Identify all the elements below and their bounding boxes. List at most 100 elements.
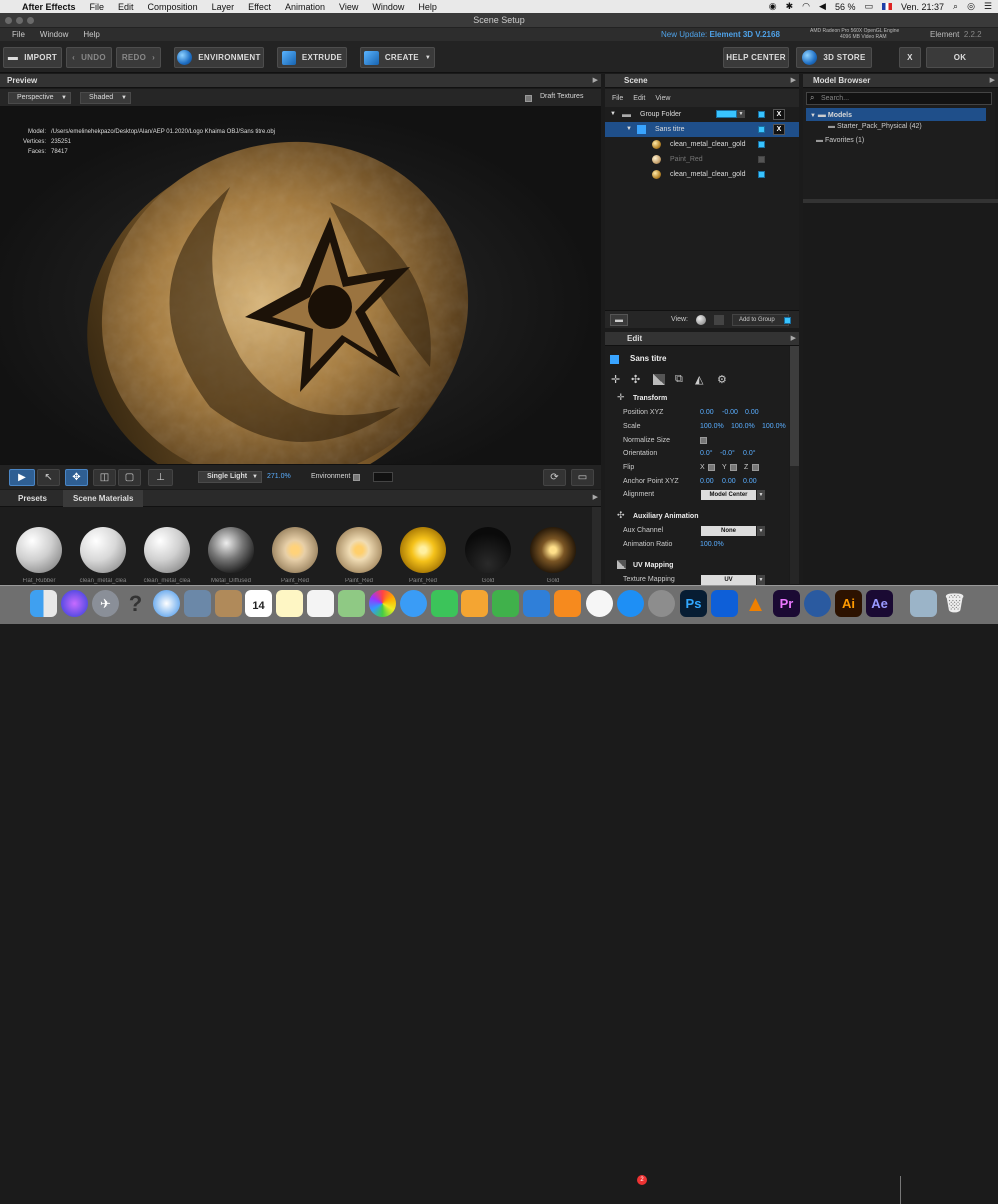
menu-composition[interactable]: Composition bbox=[148, 2, 198, 12]
environment-swatch[interactable] bbox=[373, 472, 393, 482]
contacts-icon[interactable] bbox=[215, 590, 242, 617]
window-controls[interactable] bbox=[5, 17, 34, 24]
menu-layer[interactable]: Layer bbox=[212, 2, 235, 12]
battery-text[interactable]: 56 % bbox=[835, 2, 856, 12]
illustrator-icon[interactable]: Ai bbox=[835, 590, 862, 617]
close-button[interactable]: X bbox=[899, 47, 921, 68]
view-mode-dropdown[interactable]: Perspective ▼ bbox=[8, 92, 71, 104]
settings-icon[interactable] bbox=[648, 590, 675, 617]
flip-z-checkbox[interactable] bbox=[752, 464, 759, 471]
section-auxiliary-animation[interactable]: Auxiliary Animation bbox=[605, 509, 789, 524]
tree-item-favorites[interactable]: ▬ Favorites (1) bbox=[816, 137, 864, 144]
select-arrow-icon[interactable]: ↖ bbox=[37, 469, 60, 486]
status-circle-icon[interactable]: ◉ bbox=[769, 1, 777, 12]
position-y-value[interactable]: -0.00 bbox=[722, 407, 738, 419]
menu-effect[interactable]: Effect bbox=[248, 2, 271, 12]
preview-icon[interactable] bbox=[184, 590, 211, 617]
reset-view-icon[interactable]: ⟳ bbox=[543, 469, 566, 486]
visibility-checkbox[interactable] bbox=[758, 171, 765, 178]
chevron-down-icon[interactable]: ▼ bbox=[737, 110, 745, 118]
material-ball[interactable] bbox=[400, 527, 446, 573]
tree-row-group-folder[interactable]: ▼ ▬ Group Folder ▼ X bbox=[605, 107, 799, 122]
folder-add-icon[interactable]: ▬ bbox=[610, 314, 628, 326]
add-to-group-checkbox[interactable] bbox=[784, 317, 791, 324]
3d-store-button[interactable]: 3D STORE bbox=[796, 47, 872, 68]
particles-icon[interactable]: ✣ bbox=[631, 373, 640, 386]
menu-help[interactable]: Help bbox=[418, 2, 437, 12]
grid-view-icon[interactable] bbox=[714, 315, 724, 325]
wifi-icon[interactable]: ◠ bbox=[802, 1, 810, 12]
panel-expand-icon[interactable]: ▶ bbox=[593, 493, 598, 501]
add-to-group-button[interactable]: Add to Group bbox=[732, 314, 789, 326]
zoom-dot-icon[interactable] bbox=[27, 17, 34, 24]
edit-scrollbar[interactable] bbox=[790, 346, 799, 584]
app-menu-name[interactable]: After Effects bbox=[22, 2, 76, 12]
vlc-icon[interactable]: ▲ bbox=[742, 590, 769, 617]
help-icon[interactable]: ? bbox=[122, 590, 149, 617]
chevron-down-icon[interactable]: ▼ bbox=[757, 575, 765, 585]
material-ball[interactable] bbox=[144, 527, 190, 573]
chevron-down-icon[interactable]: ▼ bbox=[757, 490, 765, 500]
tree-item-starter-pack[interactable]: ▬ Starter_Pack_Physical (42) bbox=[828, 123, 922, 130]
material-ball[interactable] bbox=[16, 527, 62, 573]
texture-mapping-select[interactable]: UV bbox=[701, 575, 756, 585]
material-ball[interactable] bbox=[336, 527, 382, 573]
section-uv-mapping[interactable]: UV Mapping bbox=[605, 558, 789, 573]
ok-button[interactable]: OK bbox=[926, 47, 994, 68]
minimize-dot-icon[interactable] bbox=[16, 17, 23, 24]
material-ball[interactable] bbox=[530, 527, 576, 573]
menu-edit[interactable]: Edit bbox=[118, 2, 134, 12]
redo-button[interactable]: REDO › bbox=[116, 47, 161, 68]
tab-presets[interactable]: Presets bbox=[8, 490, 57, 507]
aux-channel-select[interactable]: None bbox=[701, 526, 756, 536]
settings-gear-icon[interactable]: ⚙ bbox=[717, 373, 727, 386]
model-search-input[interactable]: Search... bbox=[806, 92, 992, 105]
3d-viewport[interactable] bbox=[0, 107, 601, 464]
keynote-icon[interactable] bbox=[523, 590, 550, 617]
clock[interactable]: Ven. 21:37 bbox=[901, 2, 944, 12]
finder-icon[interactable] bbox=[30, 590, 57, 617]
normalize-checkbox[interactable] bbox=[700, 437, 707, 444]
books-icon[interactable] bbox=[554, 590, 581, 617]
update-notice[interactable]: New Update: Element 3D V.2168 bbox=[661, 30, 780, 39]
menu-window[interactable]: Window bbox=[372, 2, 404, 12]
expand-triangle-icon[interactable]: ▼ bbox=[626, 122, 632, 137]
plugin-menu-window[interactable]: Window bbox=[40, 30, 68, 39]
bevel-icon[interactable]: ◭ bbox=[695, 373, 703, 386]
orientation-z-value[interactable]: 0.0° bbox=[743, 448, 756, 460]
material-checker-icon[interactable] bbox=[653, 374, 665, 385]
battery-icon[interactable]: ▭ bbox=[864, 1, 873, 12]
menu-file[interactable]: File bbox=[90, 2, 105, 12]
visibility-checkbox[interactable] bbox=[758, 111, 765, 118]
search-icon[interactable]: ⌕ bbox=[953, 1, 958, 12]
orientation-x-value[interactable]: 0.0° bbox=[700, 448, 713, 460]
light-intensity-value[interactable]: 271.0% bbox=[267, 473, 291, 480]
visibility-checkbox[interactable] bbox=[758, 141, 765, 148]
launchpad-icon[interactable]: ✈ bbox=[92, 590, 119, 617]
flip-y-checkbox[interactable] bbox=[730, 464, 737, 471]
render-preview-icon[interactable]: ▭ bbox=[571, 469, 594, 486]
help-center-button[interactable]: HELP CENTER bbox=[723, 47, 789, 68]
panel-expand-icon[interactable]: ▶ bbox=[791, 74, 796, 88]
visibility-checkbox[interactable] bbox=[758, 156, 765, 163]
panel-expand-icon[interactable]: ▶ bbox=[990, 74, 995, 88]
notes-icon[interactable] bbox=[276, 590, 303, 617]
delete-row-icon[interactable]: X bbox=[773, 109, 785, 120]
move-gizmo-icon[interactable]: ✛ bbox=[611, 373, 620, 386]
camera-tool-icon[interactable]: ▶ bbox=[9, 469, 35, 486]
section-transform[interactable]: Transform bbox=[605, 391, 789, 406]
appstore-icon[interactable] bbox=[617, 590, 644, 617]
delete-row-icon[interactable]: X bbox=[773, 124, 785, 135]
panel-expand-icon[interactable]: ▶ bbox=[791, 332, 796, 346]
position-z-value[interactable]: 0.00 bbox=[745, 407, 759, 419]
environment-button[interactable]: ENVIRONMENT bbox=[174, 47, 264, 68]
numbers-icon[interactable] bbox=[492, 590, 519, 617]
flip-x-checkbox[interactable] bbox=[708, 464, 715, 471]
close-dot-icon[interactable] bbox=[5, 17, 12, 24]
calendar-icon[interactable]: 14 bbox=[245, 590, 272, 617]
tree-row-sans-titre[interactable]: ▼ Sans titre X bbox=[605, 122, 799, 137]
orientation-y-value[interactable]: -0.0° bbox=[720, 448, 735, 460]
music-icon[interactable] bbox=[586, 590, 613, 617]
anchor-z-value[interactable]: 0.00 bbox=[743, 476, 757, 488]
tree-row-material[interactable]: clean_metal_clean_gold bbox=[605, 137, 799, 152]
